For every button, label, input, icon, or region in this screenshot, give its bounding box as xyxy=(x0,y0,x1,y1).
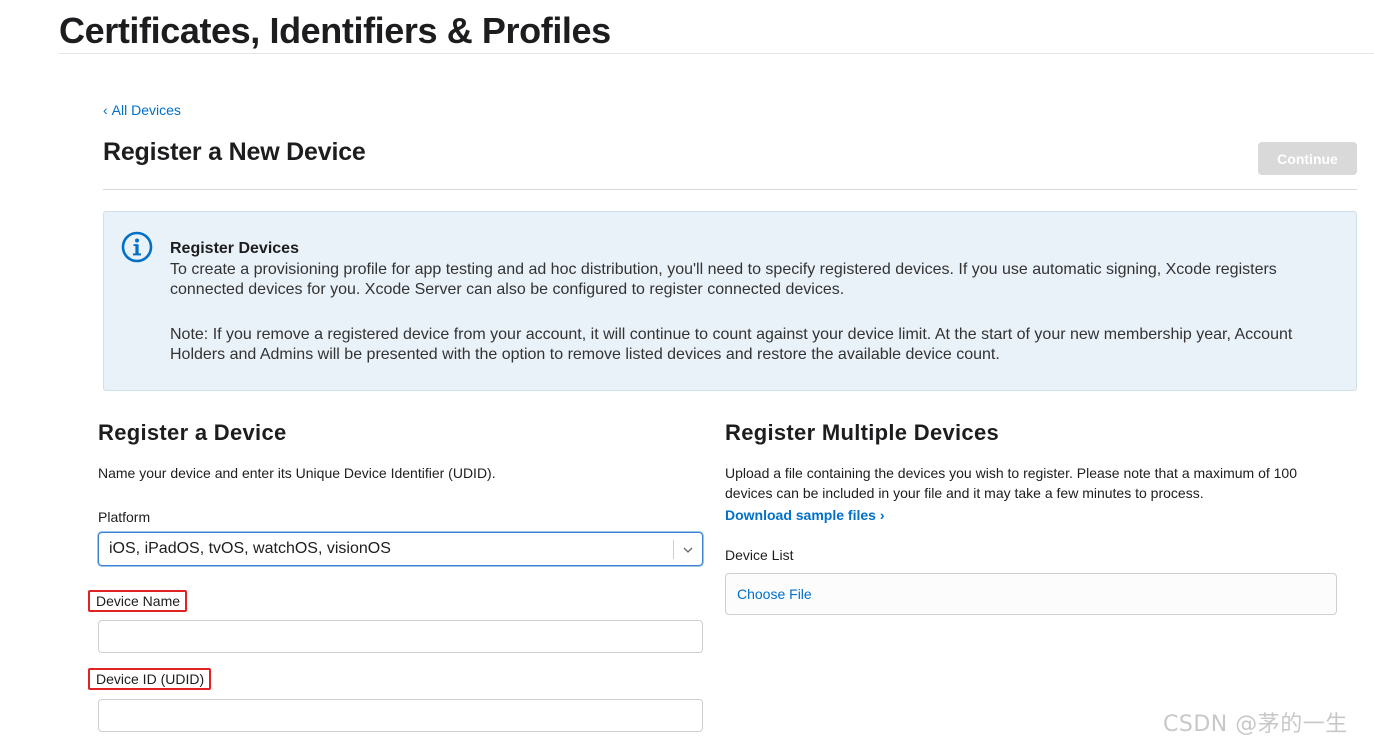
platform-selected-value: iOS, iPadOS, tvOS, watchOS, visionOS xyxy=(109,540,391,557)
register-multiple-heading: Register Multiple Devices xyxy=(725,420,1000,445)
header-divider xyxy=(59,53,1374,54)
chevron-down-icon xyxy=(683,547,693,553)
device-name-label-wrapper: Device Name xyxy=(88,590,188,612)
info-heading: Register Devices xyxy=(170,240,299,257)
device-name-input[interactable] xyxy=(98,620,703,653)
platform-select[interactable]: iOS, iPadOS, tvOS, watchOS, visionOS xyxy=(98,532,703,566)
section-title: Register a New Device xyxy=(103,138,366,166)
register-device-section: Register a Device Name your device and e… xyxy=(98,420,703,483)
info-paragraph: To create a provisioning profile for app… xyxy=(170,261,1277,298)
info-circle-icon xyxy=(121,231,153,263)
section-divider xyxy=(103,189,1357,190)
select-divider xyxy=(673,540,674,559)
register-device-description: Name your device and enter its Unique De… xyxy=(98,465,496,481)
register-multiple-description: Upload a file containing the devices you… xyxy=(725,465,1297,501)
choose-file-button[interactable]: Choose File xyxy=(725,573,1337,615)
udid-label-wrapper: Device ID (UDID) xyxy=(88,668,212,690)
info-panel: Register Devices To create a provisionin… xyxy=(103,211,1357,391)
device-name-label: Device Name xyxy=(88,590,188,612)
back-link-label: All Devices xyxy=(111,102,181,118)
chevron-left-icon: ‹ xyxy=(103,102,108,118)
udid-input[interactable] xyxy=(98,699,703,732)
info-note: Note: If you remove a registered device … xyxy=(170,326,1293,363)
register-device-heading: Register a Device xyxy=(98,420,287,445)
platform-label: Platform xyxy=(98,509,151,525)
continue-button[interactable]: Continue xyxy=(1258,142,1357,175)
choose-file-label: Choose File xyxy=(737,586,812,602)
page-title: Certificates, Identifiers & Profiles xyxy=(59,10,611,51)
register-multiple-section: Register Multiple Devices Upload a file … xyxy=(725,420,1337,523)
watermark: CSDN @茅的一生 xyxy=(1163,712,1348,737)
back-link-all-devices[interactable]: ‹ All Devices xyxy=(103,102,181,118)
udid-label: Device ID (UDID) xyxy=(88,668,212,690)
page: Certificates, Identifiers & Profiles ‹ A… xyxy=(0,0,1374,744)
device-list-label: Device List xyxy=(725,547,794,563)
download-sample-files-link[interactable]: Download sample files › xyxy=(725,507,1337,523)
